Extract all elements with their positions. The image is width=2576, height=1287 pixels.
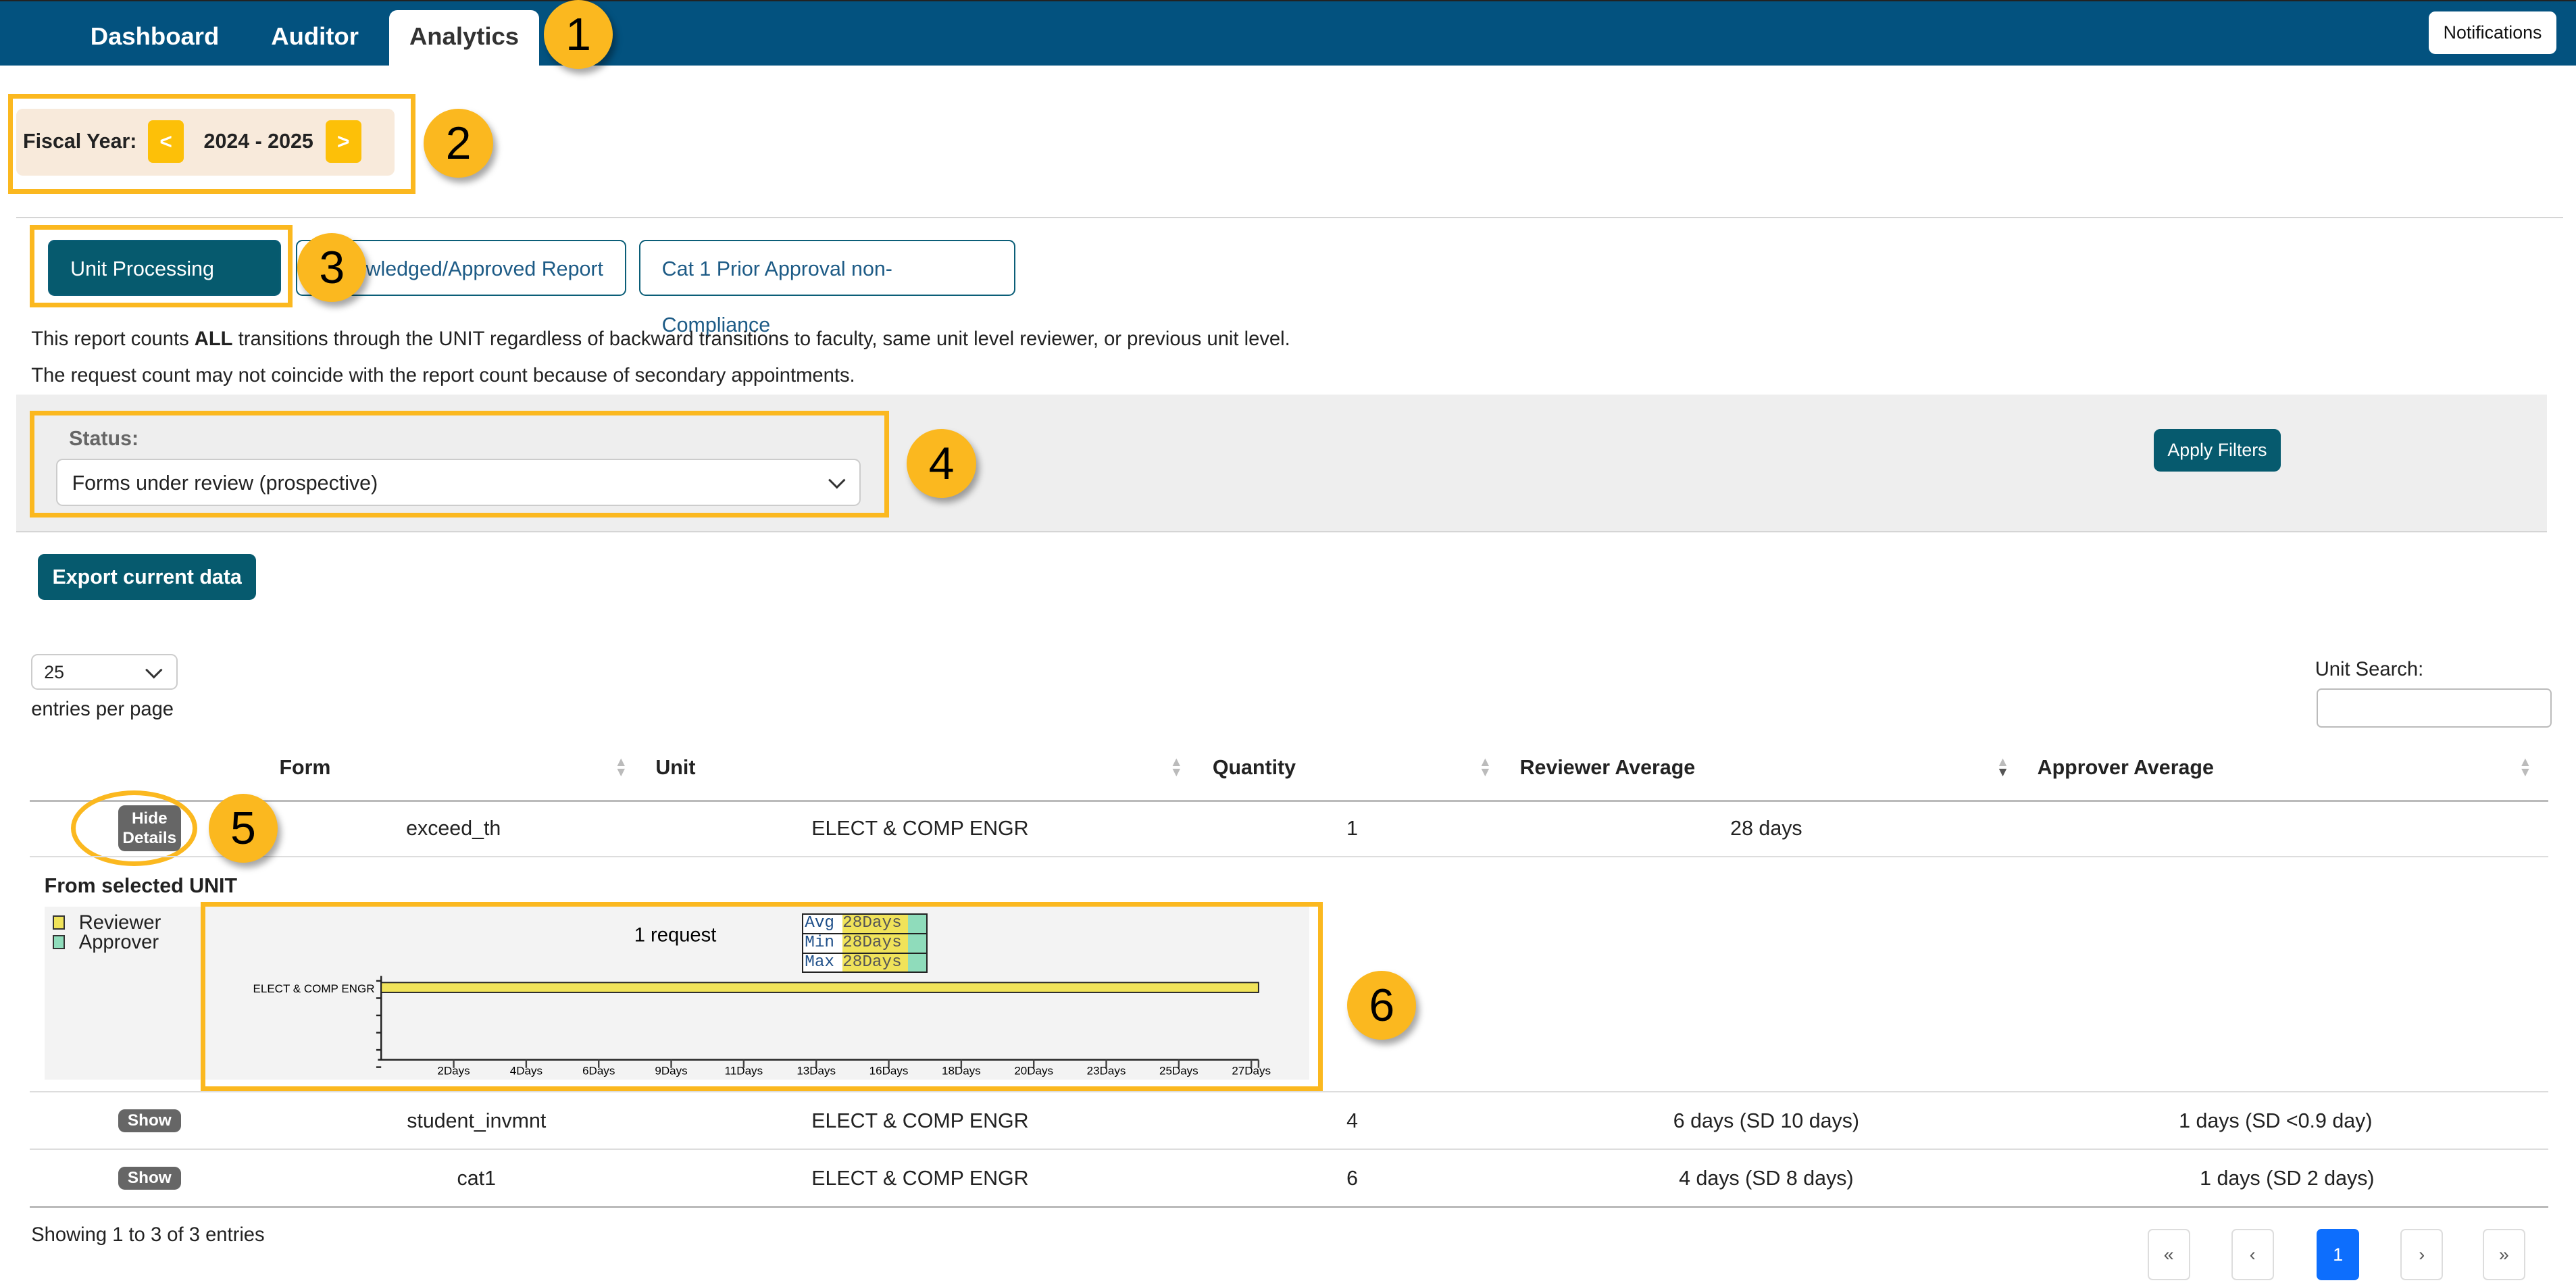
- processing-time-chart: 1 request ELECT & COMP ENGR 2Days 4Days 6D…: [253, 925, 1271, 1078]
- annotation-badge-1: 1: [543, 0, 613, 70]
- pagination-first[interactable]: «: [2147, 1229, 2190, 1280]
- pagination-last[interactable]: »: [2482, 1229, 2525, 1280]
- pagination-page-1[interactable]: 1: [2317, 1229, 2360, 1280]
- annotation-badge-5: 5: [208, 793, 278, 863]
- table-info: Showing 1 to 3 of 3 entries: [31, 1223, 265, 1246]
- show-details-button[interactable]: Show: [118, 1166, 181, 1190]
- divider: [29, 1206, 2549, 1208]
- show-details-button[interactable]: Show: [118, 1109, 181, 1132]
- annotation-box-6: [200, 902, 1323, 1091]
- cell-form: cat1: [457, 1166, 496, 1190]
- annotation-badge-2: 2: [424, 108, 493, 178]
- cell-approver-average: 1 days (SD 2 days): [2200, 1166, 2375, 1190]
- cell-reviewer-average: 4 days (SD 8 days): [1679, 1166, 1854, 1190]
- cell-quantity: 4: [1346, 1109, 1358, 1132]
- cell-unit: ELECT & COMP ENGR: [811, 1109, 1029, 1132]
- annotation-badge-4: 4: [907, 428, 976, 498]
- cell-reviewer-average: 6 days (SD 10 days): [1673, 1109, 1860, 1132]
- pagination-next[interactable]: ›: [2400, 1229, 2444, 1280]
- cell-quantity: 6: [1346, 1166, 1358, 1190]
- cell-approver-average: 1 days (SD <0.9 day): [2179, 1109, 2373, 1132]
- divider: [29, 1148, 2549, 1151]
- divider: [29, 1090, 2549, 1093]
- pagination-prev[interactable]: ‹: [2231, 1229, 2274, 1280]
- cell-unit: ELECT & COMP ENGR: [811, 1166, 1029, 1190]
- cell-form: student_invmnt: [407, 1109, 547, 1132]
